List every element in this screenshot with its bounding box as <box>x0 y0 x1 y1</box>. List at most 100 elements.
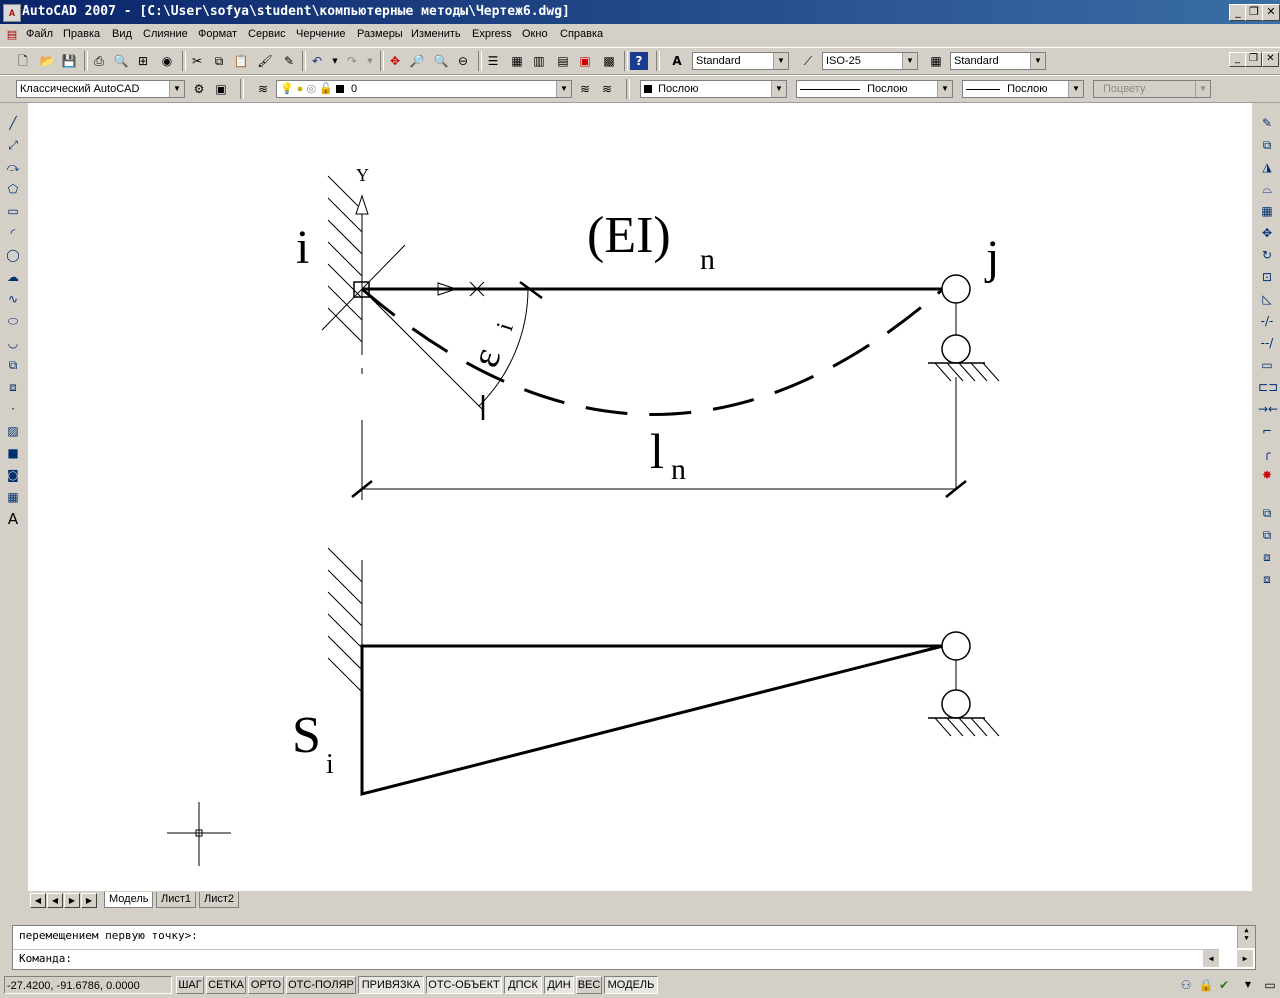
chamfer-icon[interactable]: ⌐ <box>1258 421 1276 441</box>
menu-express[interactable]: Express <box>472 28 512 40</box>
insert-block-icon[interactable]: ⧉ <box>4 355 22 375</box>
print-icon[interactable]: ⎙ <box>90 52 108 70</box>
lineweight-select[interactable]: Послою ▼ <box>962 80 1084 98</box>
menu-format[interactable]: Формат <box>198 28 237 40</box>
toggle-snap[interactable]: ШАГ <box>176 976 204 994</box>
join-icon[interactable]: →← <box>1258 399 1278 419</box>
tab-sheet2[interactable]: Лист2 <box>199 892 240 908</box>
paste-icon[interactable]: 📋 <box>232 52 250 70</box>
command-prompt[interactable]: Команда: <box>19 952 72 965</box>
cad-standards-icon[interactable]: ✔ <box>1216 977 1232 993</box>
break-icon[interactable]: ⊏⊐ <box>1258 377 1278 397</box>
first-tab-icon[interactable]: ◀ <box>30 893 46 908</box>
extend-icon[interactable]: --/ <box>1258 333 1276 353</box>
ellipse-arc-icon[interactable]: ◡ <box>4 333 22 353</box>
scale-icon[interactable]: ⊡ <box>1258 267 1276 287</box>
multiline-text-icon[interactable]: A <box>4 509 22 529</box>
region-icon[interactable]: ◙ <box>4 465 22 485</box>
scroll-right-icon[interactable]: ▶ <box>1237 950 1253 967</box>
tool-palettes-icon[interactable]: ▥ <box>530 52 548 70</box>
workspace-settings-icon[interactable]: ⚙ <box>190 80 208 98</box>
hatch-icon[interactable]: ▨ <box>4 421 22 441</box>
erase-icon[interactable]: ✎ <box>1258 113 1276 133</box>
gradient-icon[interactable]: ■ <box>4 443 22 463</box>
arc-icon[interactable]: ◜ <box>4 223 22 243</box>
menu-modify[interactable]: Изменить <box>411 28 461 40</box>
make-block-icon[interactable]: ⧈ <box>4 377 22 397</box>
mirror-icon[interactable]: ◮ <box>1258 157 1276 177</box>
table-style-select[interactable]: Standard ▼ <box>950 52 1046 70</box>
last-tab-icon[interactable]: ▶ <box>81 893 97 908</box>
tab-sheet1[interactable]: Лист1 <box>156 892 197 908</box>
communication-center-icon[interactable]: ⚇ <box>1178 977 1194 993</box>
zoom-window-icon[interactable]: 🔍 <box>432 52 450 70</box>
spline-icon[interactable]: ∿ <box>4 289 22 309</box>
send-under-icon[interactable]: ⧈ <box>1258 569 1276 589</box>
copy-object-icon[interactable]: ⧉ <box>1258 135 1276 155</box>
move-icon[interactable]: ✥ <box>1258 223 1276 243</box>
menu-file[interactable]: Файл <box>26 28 53 40</box>
text-style-select[interactable]: Standard ▼ <box>692 52 789 70</box>
block-editor-icon[interactable]: ✎ <box>280 52 298 70</box>
make-current-layer-icon[interactable]: ≋ <box>576 80 594 98</box>
dim-style-select[interactable]: ISO-25 ▼ <box>822 52 918 70</box>
toggle-lweight[interactable]: ВЕС <box>576 976 602 994</box>
break-at-point-icon[interactable]: ▭ <box>1258 355 1276 375</box>
toggle-dyn[interactable]: ДИН <box>544 976 574 994</box>
save-icon[interactable]: 💾 <box>60 52 78 70</box>
line-icon[interactable]: ╱ <box>4 113 22 133</box>
document-icon[interactable]: ▤ <box>3 26 21 44</box>
toggle-osnap[interactable]: ПРИВЯЗКА <box>358 976 424 994</box>
toolbar-lock-icon[interactable]: 🔒 <box>1198 977 1214 993</box>
linetype-select[interactable]: Послою ▼ <box>796 80 953 98</box>
color-select[interactable]: Послою ▼ <box>640 80 787 98</box>
point-icon[interactable]: · <box>4 399 22 419</box>
next-tab-icon[interactable]: ▶ <box>64 893 80 908</box>
undo-icon[interactable]: ↶ <box>308 52 326 70</box>
fillet-icon[interactable]: ╭ <box>1258 443 1276 463</box>
help-icon[interactable]: ? <box>630 52 648 70</box>
menu-view[interactable]: Вид <box>112 28 132 40</box>
properties-icon[interactable]: ☰ <box>484 52 502 70</box>
send-to-back-icon[interactable]: ⧉ <box>1258 525 1276 545</box>
stretch-icon[interactable]: ◺ <box>1258 289 1276 309</box>
match-properties-icon[interactable]: 🖌 <box>256 52 274 70</box>
dim-style-icon[interactable]: ⟋ <box>799 52 817 70</box>
scroll-left-icon[interactable]: ◀ <box>1203 950 1219 967</box>
layer-previous-icon[interactable]: ≋ <box>598 80 616 98</box>
layer-select[interactable]: 💡 ● ◎ 🔓 0 ▼ <box>276 80 572 98</box>
clean-screen-icon[interactable]: ▭ <box>1262 977 1278 993</box>
ellipse-icon[interactable]: ⬭ <box>4 311 22 331</box>
polygon-icon[interactable]: ⬠ <box>4 179 22 199</box>
menu-draw[interactable]: Черчение <box>296 28 346 40</box>
menu-merge[interactable]: Слияние <box>143 28 188 40</box>
toggle-grid[interactable]: СЕТКА <box>206 976 246 994</box>
revision-cloud-icon[interactable]: ☁ <box>4 267 22 287</box>
explode-icon[interactable]: ✸ <box>1258 465 1276 485</box>
new-icon[interactable]: 🗋 <box>14 52 32 70</box>
polyline-icon[interactable]: ⤼ <box>4 157 22 177</box>
toggle-ducs[interactable]: ДПСК <box>504 976 542 994</box>
web-icon[interactable]: ◉ <box>158 52 176 70</box>
scroll-up-icon[interactable]: ▲ <box>1238 926 1255 934</box>
command-window[interactable]: перемещением первую точку>: Команда: ▲ ▼… <box>12 925 1256 970</box>
scroll-down-icon[interactable]: ▼ <box>1238 934 1255 942</box>
trim-icon[interactable]: -/- <box>1258 311 1276 331</box>
menu-help[interactable]: Справка <box>560 28 603 40</box>
close-button[interactable]: ✕ <box>1262 4 1280 21</box>
cut-icon[interactable]: ✂ <box>188 52 206 70</box>
redo-dropdown-icon[interactable]: ▼ <box>361 52 379 70</box>
menu-tools[interactable]: Сервис <box>248 28 286 40</box>
zoom-realtime-icon[interactable]: 🔎 <box>408 52 426 70</box>
design-center-icon[interactable]: ▦ <box>508 52 526 70</box>
workspace-save-icon[interactable]: ▣ <box>212 80 230 98</box>
toggle-model[interactable]: МОДЕЛЬ <box>604 976 658 994</box>
sheet-set-icon[interactable]: ▤ <box>554 52 572 70</box>
undo-dropdown-icon[interactable]: ▼ <box>326 52 344 70</box>
offset-icon[interactable]: ⌓ <box>1258 179 1276 199</box>
text-style-icon[interactable]: A <box>668 52 686 70</box>
menu-edit[interactable]: Правка <box>63 28 100 40</box>
copy-icon[interactable]: ⧉ <box>210 52 228 70</box>
layer-manager-icon[interactable]: ≋ <box>254 80 272 98</box>
toggle-polar[interactable]: ОТС-ПОЛЯР <box>286 976 356 994</box>
